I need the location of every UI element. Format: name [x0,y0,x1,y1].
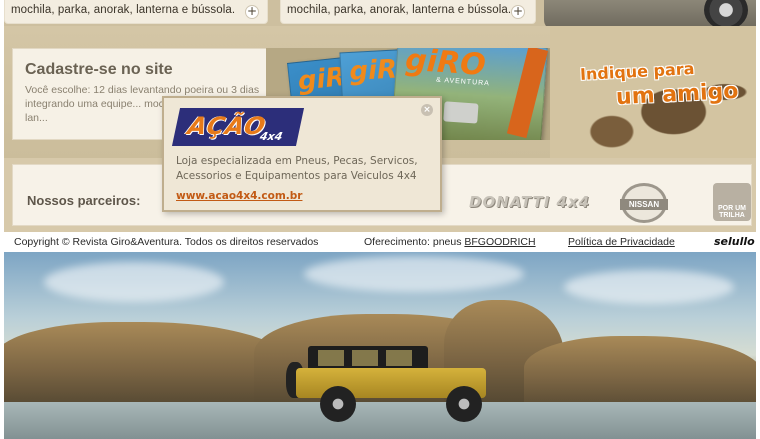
refer-friend-banner[interactable]: Indique para um amigo [550,26,756,158]
privacy-link[interactable]: Política de Privacidade [568,236,675,248]
jeep-image [286,346,496,422]
partners-label: Nossos parceiros: [27,193,141,208]
jeep-window [386,350,412,366]
agency-logo[interactable]: selullo [714,235,755,248]
promo-card-2-text: mochila, parka, anorak, lanterna e bússo… [287,4,512,16]
jeep-window [352,350,378,366]
copyright-text: Copyright © Revista Giro&Aventura. Todos… [14,236,319,248]
nissan-wordmark: NISSAN [620,199,668,210]
rock-formation [4,322,294,412]
page-frame: mochila, parka, anorak, lanterna e bússo… [4,0,756,439]
partner-website-link[interactable]: www.acao4x4.com.br [176,190,302,202]
jeep-wheel [320,386,356,422]
expand-plus-icon[interactable]: + [511,5,525,19]
acao-4x4-logo: AÇÃO 4x4 [171,108,305,146]
partner-logo-donatti[interactable]: DONATTI 4x4 [469,193,590,211]
close-icon[interactable]: × [421,104,433,116]
jeep-window [318,350,344,366]
refer-line-1: Indique para [579,59,695,84]
cloud [564,270,734,304]
expand-plus-icon[interactable]: + [245,5,259,19]
acao-logo-sub: 4x4 [258,130,284,143]
promo-card-1[interactable]: mochila, parka, anorak, lanterna e bússo… [4,0,268,24]
signup-title[interactable]: Cadastre-se no site [25,61,173,79]
sponsor-link[interactable]: BFGOODRICH [464,236,535,248]
jeep-thumbnail [443,101,479,124]
partner-logo-nissan[interactable]: NISSAN [620,183,668,223]
sponsor-prefix: Oferecimento: pneus [364,236,465,248]
partner-logo-por-uma-trilha[interactable]: POR UM TRILHA [713,183,751,221]
cloud [44,262,224,302]
refer-line-2: um amigo [615,78,739,111]
partner-description: Loja especializada em Pneus, Pecas, Serv… [176,155,418,182]
sponsor-text: Oferecimento: pneus BFGOODRICH [364,236,536,248]
promo-card-2[interactable]: mochila, parka, anorak, lanterna e bússo… [280,0,536,24]
cloud [304,256,524,292]
jeep-wheel [446,386,482,422]
acao-logo-word: AÇÃO [185,112,269,140]
hero-landscape [4,252,756,439]
top-strip: mochila, parka, anorak, lanterna e bússo… [4,0,756,30]
partner-info-popup: × AÇÃO 4x4 Loja especializada em Pneus, … [162,96,442,212]
footer-bar: Copyright © Revista Giro&Aventura. Todos… [4,232,756,252]
promo-card-1-text: mochila, parka, anorak, lanterna e bússo… [11,4,236,16]
cover-ribbon [506,48,549,139]
